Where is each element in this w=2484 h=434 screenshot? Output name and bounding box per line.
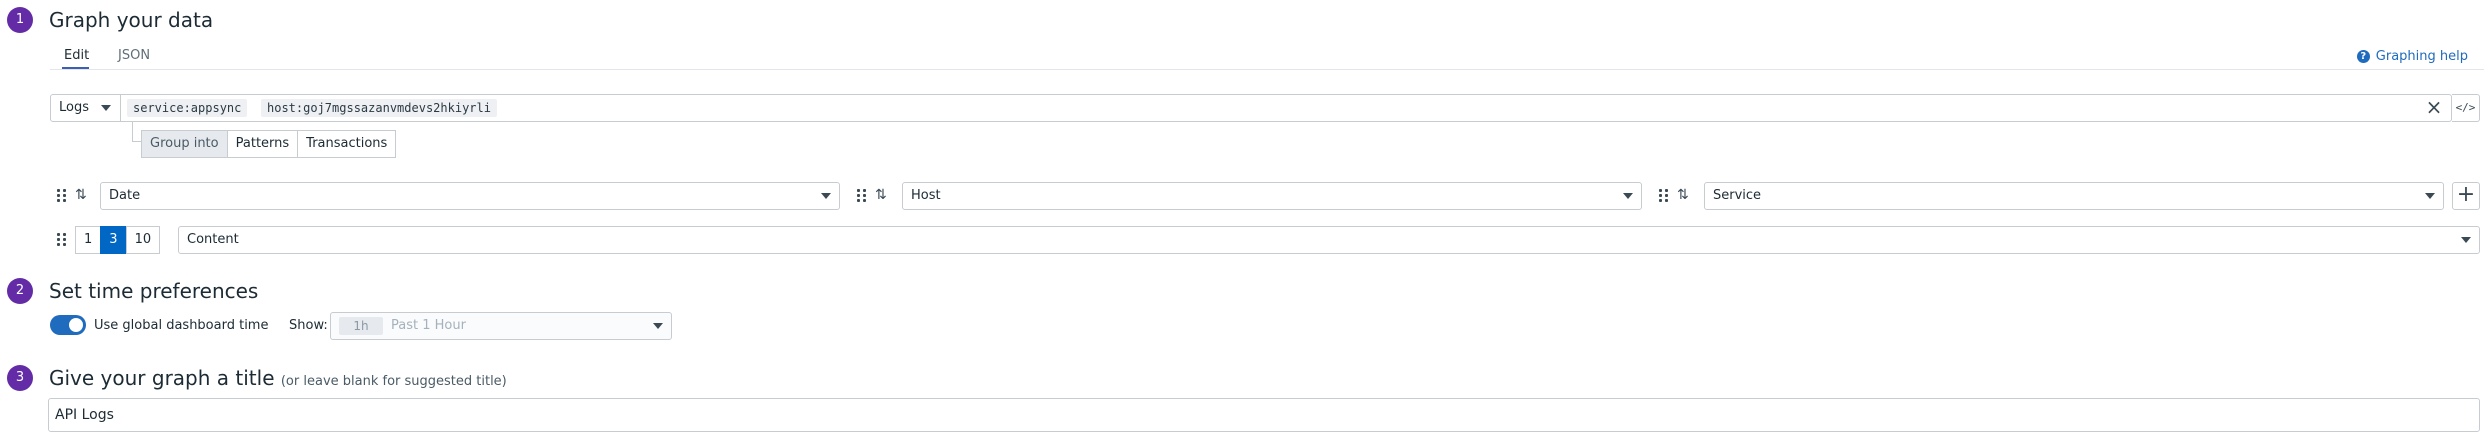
sort-icon[interactable]: ⇅	[1677, 187, 1689, 203]
lines-option-1[interactable]: 1	[75, 226, 102, 254]
column-select-service[interactable]: Service	[1704, 182, 2444, 210]
chevron-down-icon	[1623, 193, 1633, 199]
step-number-3: 3	[7, 365, 33, 391]
chevron-down-icon	[821, 193, 831, 199]
graphing-help-label: Graphing help	[2375, 49, 2468, 64]
global-time-toggle[interactable]	[50, 315, 86, 335]
drag-handle-icon[interactable]	[57, 233, 66, 247]
time-range-value: Past 1 Hour	[391, 318, 466, 333]
chevron-down-icon	[653, 323, 663, 329]
column-select-host[interactable]: Host	[902, 182, 1642, 210]
drag-handle-icon[interactable]	[857, 189, 866, 203]
column-value-service: Service	[1713, 188, 1762, 203]
group-into-segmented-control: Group into Patterns Transactions	[141, 130, 397, 158]
chevron-down-icon	[101, 105, 111, 111]
time-range-badge: 1h	[339, 317, 383, 335]
graph-title-value: API Logs	[55, 407, 114, 423]
lines-option-10[interactable]: 10	[125, 226, 161, 254]
chevron-down-icon	[2461, 237, 2471, 243]
chevron-down-icon	[2425, 193, 2435, 199]
time-range-select[interactable]: 1h Past 1 Hour	[330, 312, 672, 340]
data-source-select[interactable]: Logs	[51, 95, 121, 121]
patterns-option[interactable]: Patterns	[226, 130, 299, 158]
sort-icon[interactable]: ⇅	[75, 187, 87, 203]
question-circle-icon: ?	[2356, 50, 2370, 63]
graph-title-input[interactable]: API Logs	[48, 398, 2480, 432]
column-value-date: Date	[109, 188, 141, 203]
add-column-button[interactable]: +	[2452, 182, 2480, 210]
transactions-option[interactable]: Transactions	[297, 130, 397, 158]
code-toggle-icon[interactable]: </>	[2452, 94, 2480, 122]
graphing-help-link[interactable]: ? Graphing help	[2356, 49, 2468, 64]
column-value-content: Content	[187, 232, 239, 247]
tabs-divider	[50, 69, 2484, 70]
drag-handle-icon[interactable]	[57, 189, 66, 203]
drag-handle-icon[interactable]	[1659, 189, 1668, 203]
query-tag-service[interactable]: service:appsync	[127, 99, 248, 117]
step-title-graph-your-data: Graph your data	[49, 8, 214, 32]
data-source-value: Logs	[59, 100, 89, 115]
step-title-graph-title: Give your graph a title (or leave blank …	[49, 366, 507, 390]
show-label: Show:	[289, 318, 328, 333]
query-tag-host[interactable]: host:goj7mgssazanvmdevs2hkiyrli	[261, 99, 497, 117]
lines-option-3[interactable]: 3	[100, 226, 127, 254]
step-number-2: 2	[7, 278, 33, 304]
log-query-bar[interactable]: Logs service:appsync host:goj7mgssazanvm…	[50, 94, 2452, 122]
column-value-host: Host	[911, 188, 941, 203]
column-select-content[interactable]: Content	[178, 226, 2480, 254]
global-time-label: Use global dashboard time	[94, 318, 269, 333]
toggle-knob	[69, 318, 83, 332]
tab-json[interactable]: JSON	[118, 48, 150, 63]
column-select-date[interactable]: Date	[100, 182, 840, 210]
group-into-option[interactable]: Group into	[141, 130, 228, 158]
clear-icon[interactable]: ×	[2425, 97, 2443, 117]
message-lines-selector: 1 3 10	[75, 226, 161, 254]
step-title-note: (or leave blank for suggested title)	[280, 374, 507, 389]
step-title-set-time-preferences: Set time preferences	[49, 279, 259, 303]
tab-edit[interactable]: Edit	[64, 48, 89, 63]
step-number-1: 1	[7, 7, 33, 33]
step-title-text: Give your graph a title	[49, 366, 275, 390]
sort-icon[interactable]: ⇅	[875, 187, 887, 203]
